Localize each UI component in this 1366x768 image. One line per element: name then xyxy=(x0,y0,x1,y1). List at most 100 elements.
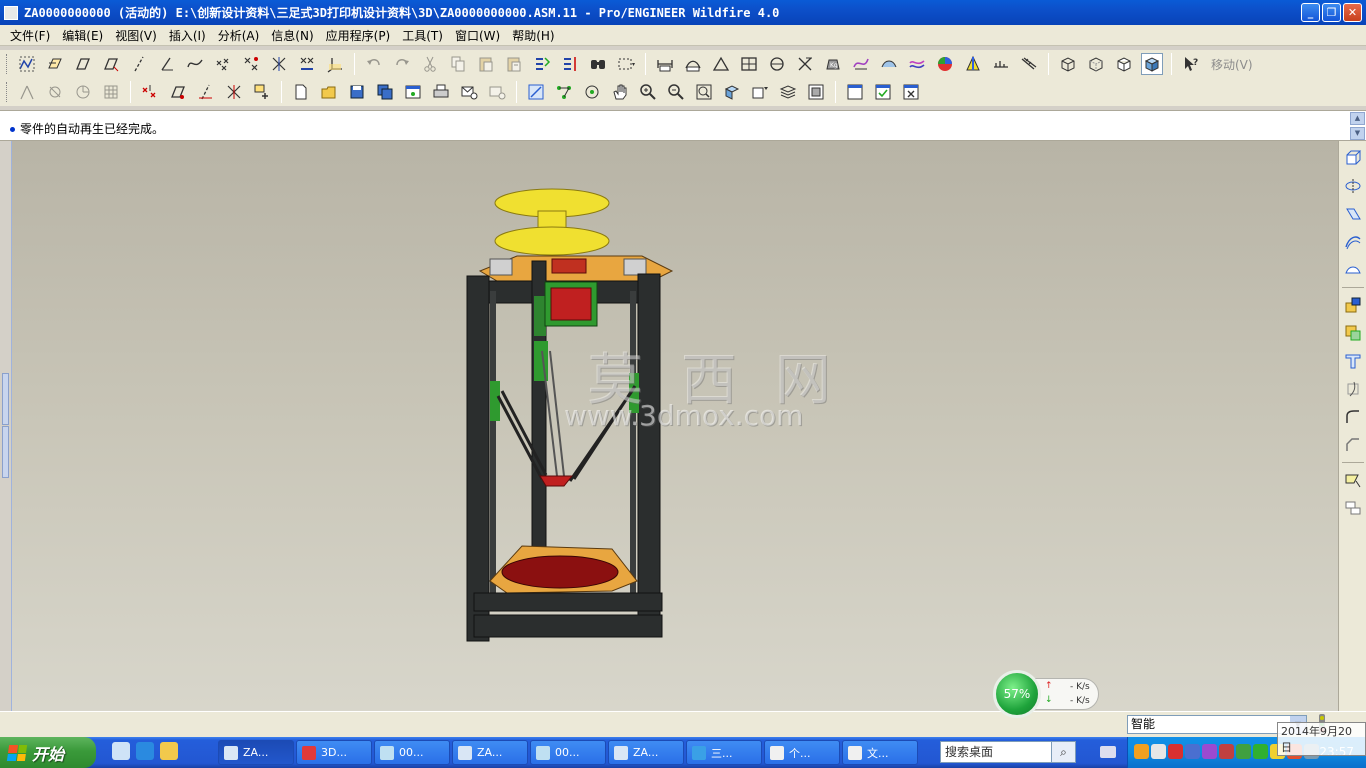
add-component-icon[interactable] xyxy=(1342,294,1364,316)
datum-plane-icon[interactable] xyxy=(72,53,94,75)
scroll-up-icon[interactable]: ▲ xyxy=(1350,112,1365,125)
save-icon[interactable] xyxy=(346,81,368,103)
spin-icon[interactable] xyxy=(553,81,575,103)
datum-axis-icon[interactable] xyxy=(128,53,150,75)
network-monitor-widget[interactable]: ↑ ↓ - K/s - K/s 57% xyxy=(993,670,1101,718)
round-icon[interactable] xyxy=(1342,406,1364,428)
revolve-icon[interactable] xyxy=(1342,175,1364,197)
search-icon[interactable]: ⌕ xyxy=(1051,742,1075,762)
navigator-tab[interactable] xyxy=(2,426,9,478)
measure-angle-icon[interactable] xyxy=(710,53,732,75)
network-icon[interactable] xyxy=(1185,744,1200,759)
create-component-icon[interactable] xyxy=(1342,322,1364,344)
paste-icon[interactable] xyxy=(475,53,497,75)
measure-length-icon[interactable] xyxy=(682,53,704,75)
find-icon[interactable] xyxy=(587,53,609,75)
title-bar[interactable]: ZA0000000000 (活动的) E:\创新设计资料\三足式3D打印机设计资… xyxy=(0,0,1366,25)
draft-icon[interactable] xyxy=(1342,469,1364,491)
minimize-button[interactable]: _ xyxy=(1301,3,1320,22)
spin-center-icon[interactable] xyxy=(251,81,273,103)
regenerate-icon[interactable] xyxy=(531,53,553,75)
datum-point-off-icon[interactable] xyxy=(44,81,66,103)
view-wireframe-icon[interactable] xyxy=(1057,53,1079,75)
curvature-analysis-icon[interactable] xyxy=(906,53,928,75)
datum-axis-edge-icon[interactable] xyxy=(156,53,178,75)
extrude-icon[interactable] xyxy=(1342,147,1364,169)
view-no-hidden-icon[interactable] xyxy=(1113,53,1135,75)
maximize-button[interactable]: ❐ xyxy=(1322,3,1341,22)
print-icon[interactable] xyxy=(430,81,452,103)
boundary-blend-icon[interactable] xyxy=(1342,259,1364,281)
window-activate-icon[interactable] xyxy=(402,81,424,103)
taskbar-button[interactable]: ZA... xyxy=(452,740,528,765)
window-check-icon[interactable] xyxy=(872,81,894,103)
tool-icon[interactable] xyxy=(1202,744,1217,759)
desktop-search-input[interactable]: 搜索桌面 ⌕ xyxy=(940,741,1076,763)
deviation-analysis-icon[interactable] xyxy=(1018,53,1040,75)
show-desktop-icon[interactable] xyxy=(112,742,130,760)
layers-icon[interactable] xyxy=(777,81,799,103)
datum-curve-icon[interactable] xyxy=(184,53,206,75)
zoom-out-icon[interactable] xyxy=(665,81,687,103)
close-button[interactable]: ✕ xyxy=(1343,3,1362,22)
toolbar-grip[interactable] xyxy=(6,82,9,102)
taskbar-button[interactable]: 文... xyxy=(842,740,918,765)
new-file-icon[interactable] xyxy=(290,81,312,103)
context-help-icon[interactable]: ? xyxy=(1180,53,1202,75)
window-close-icon[interactable] xyxy=(900,81,922,103)
reorient-icon[interactable] xyxy=(721,81,743,103)
sweep-icon[interactable] xyxy=(1342,203,1364,225)
taskbar-button[interactable]: 3D... xyxy=(296,740,372,765)
security-icon[interactable] xyxy=(1236,744,1251,759)
send-link-icon[interactable] xyxy=(486,81,508,103)
cut-icon[interactable] xyxy=(419,53,441,75)
measure-distance-icon[interactable] xyxy=(654,53,676,75)
datum-point-sketched-icon[interactable] xyxy=(240,53,262,75)
selection-box-icon[interactable] xyxy=(615,53,637,75)
view-shaded-icon[interactable] xyxy=(1141,53,1163,75)
datum-axes-display-icon[interactable] xyxy=(195,81,217,103)
window-new-icon[interactable] xyxy=(844,81,866,103)
google-icon[interactable] xyxy=(1151,744,1166,759)
pan-hand-icon[interactable] xyxy=(609,81,631,103)
menu-file[interactable]: 文件(F) xyxy=(4,27,56,44)
start-button[interactable]: 开始 xyxy=(0,737,96,768)
undo-icon[interactable] xyxy=(363,53,385,75)
keyboard-icon[interactable] xyxy=(1100,746,1116,758)
taskbar-button[interactable]: ZA... xyxy=(608,740,684,765)
view-manager-icon[interactable] xyxy=(805,81,827,103)
datum-csys-display-icon[interactable] xyxy=(223,81,245,103)
ie-browser-icon[interactable] xyxy=(136,742,154,760)
redo-icon[interactable] xyxy=(391,53,413,75)
memory-usage-gauge[interactable]: 57% xyxy=(993,670,1041,718)
qq-icon[interactable] xyxy=(1134,744,1149,759)
menu-applications[interactable]: 应用程序(P) xyxy=(320,27,397,44)
scroll-down-icon[interactable]: ▼ xyxy=(1350,127,1365,140)
menu-window[interactable]: 窗口(W) xyxy=(449,27,506,44)
menu-view[interactable]: 视图(V) xyxy=(109,27,163,44)
coordinate-system-icon[interactable] xyxy=(324,53,346,75)
curve-analysis-icon[interactable] xyxy=(850,53,872,75)
save-copy-icon[interactable] xyxy=(374,81,396,103)
surface-analysis-icon[interactable] xyxy=(878,53,900,75)
datum-csys-off-icon[interactable] xyxy=(72,81,94,103)
datum-point-offset-icon[interactable] xyxy=(268,53,290,75)
sketch-plane-icon[interactable] xyxy=(44,53,66,75)
send-mail-icon[interactable] xyxy=(458,81,480,103)
datum-planes-display-icon[interactable] xyxy=(167,81,189,103)
measure-transform-icon[interactable] xyxy=(794,53,816,75)
paste-special-icon[interactable] xyxy=(503,53,525,75)
blend-icon[interactable] xyxy=(1342,231,1364,253)
taskbar-button[interactable]: 三... xyxy=(686,740,762,765)
datum-axis-off-icon[interactable] xyxy=(16,81,38,103)
measure-diameter-icon[interactable] xyxy=(766,53,788,75)
menu-info[interactable]: 信息(N) xyxy=(265,27,319,44)
datum-grid-icon[interactable] xyxy=(100,81,122,103)
dihedral-analysis-icon[interactable] xyxy=(990,53,1012,75)
taskbar-button[interactable]: 00... xyxy=(530,740,606,765)
shell-icon[interactable] xyxy=(1342,378,1364,400)
datum-points-display-icon[interactable] xyxy=(139,81,161,103)
graphics-window[interactable]: 莫 西 网 www.3dmox.com xyxy=(12,141,1338,711)
regeneration-manager-icon[interactable] xyxy=(559,53,581,75)
model-analysis-icon[interactable]: Kg xyxy=(822,53,844,75)
